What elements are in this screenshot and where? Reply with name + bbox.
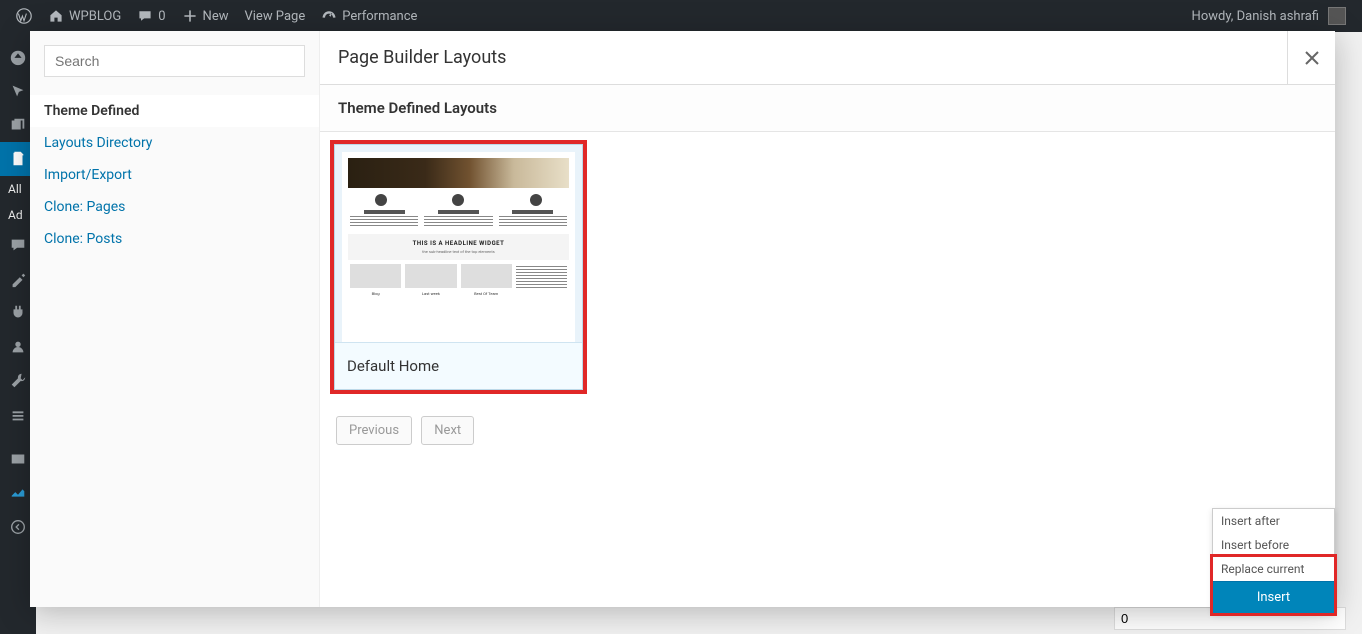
opt-replace-current[interactable]: Replace current <box>1213 557 1334 581</box>
plus-icon <box>182 8 198 24</box>
insert-button[interactable]: Insert <box>1213 581 1334 613</box>
sidebar-item-clone-posts[interactable]: Clone: Posts <box>30 223 319 255</box>
comments-count: 0 <box>158 9 165 24</box>
thumb-headline: THIS IS A HEADLINE WIDGET <box>352 240 565 247</box>
view-page-label: View Page <box>244 9 305 24</box>
comment-icon <box>137 8 153 24</box>
close-icon <box>1305 51 1319 65</box>
view-page[interactable]: View Page <box>236 0 313 32</box>
layouts-modal: Theme Defined Layouts Directory Import/E… <box>30 31 1335 607</box>
opt-insert-after[interactable]: Insert after <box>1213 509 1334 533</box>
sidebar-list: Theme Defined Layouts Directory Import/E… <box>30 89 319 261</box>
sidebar-item-layouts-directory[interactable]: Layouts Directory <box>30 127 319 159</box>
modal-main: Page Builder Layouts Theme Defined Layou… <box>320 31 1335 607</box>
thumb-sub: the sub-headline text of the top element… <box>352 249 565 254</box>
sidebar-item-clone-pages[interactable]: Clone: Pages <box>30 191 319 223</box>
site-name: WPBLOG <box>69 9 121 24</box>
prev-button[interactable]: Previous <box>336 416 412 445</box>
gauge-icon <box>321 8 337 24</box>
site-home[interactable]: WPBLOG <box>40 0 129 32</box>
avatar <box>1328 7 1346 25</box>
admin-bar: WPBLOG 0 New View Page Performance Howdy… <box>0 0 1362 32</box>
layout-title: Default Home <box>335 342 582 389</box>
pagination: Previous Next <box>334 416 1321 445</box>
modal-sidebar: Theme Defined Layouts Directory Import/E… <box>30 31 320 607</box>
home-icon <box>48 8 64 24</box>
comments[interactable]: 0 <box>129 0 173 32</box>
search-input[interactable] <box>44 45 305 77</box>
opt-insert-before[interactable]: Insert before <box>1213 533 1334 557</box>
greeting-text: Howdy, Danish ashrafi <box>1192 9 1319 24</box>
account-greeting[interactable]: Howdy, Danish ashrafi <box>1184 0 1354 32</box>
modal-title: Page Builder Layouts <box>338 47 506 68</box>
performance-label: Performance <box>342 9 417 24</box>
performance[interactable]: Performance <box>313 0 425 32</box>
new-label: New <box>203 9 229 24</box>
sidebar-item-theme-defined[interactable]: Theme Defined <box>30 95 319 127</box>
layout-card-default-home[interactable]: THIS IS A HEADLINE WIDGET the sub-headli… <box>334 144 583 390</box>
next-button[interactable]: Next <box>421 416 474 445</box>
layout-thumbnail: THIS IS A HEADLINE WIDGET the sub-headli… <box>342 152 575 342</box>
close-button[interactable] <box>1287 31 1335 85</box>
new-content[interactable]: New <box>174 0 237 32</box>
modal-header: Page Builder Layouts <box>320 31 1335 85</box>
wordpress-icon <box>16 8 32 24</box>
section-title: Theme Defined Layouts <box>320 85 1335 132</box>
sidebar-item-import-export[interactable]: Import/Export <box>30 159 319 191</box>
wp-logo[interactable] <box>8 0 40 32</box>
insert-panel: Insert after Insert before Replace curre… <box>1212 508 1335 614</box>
